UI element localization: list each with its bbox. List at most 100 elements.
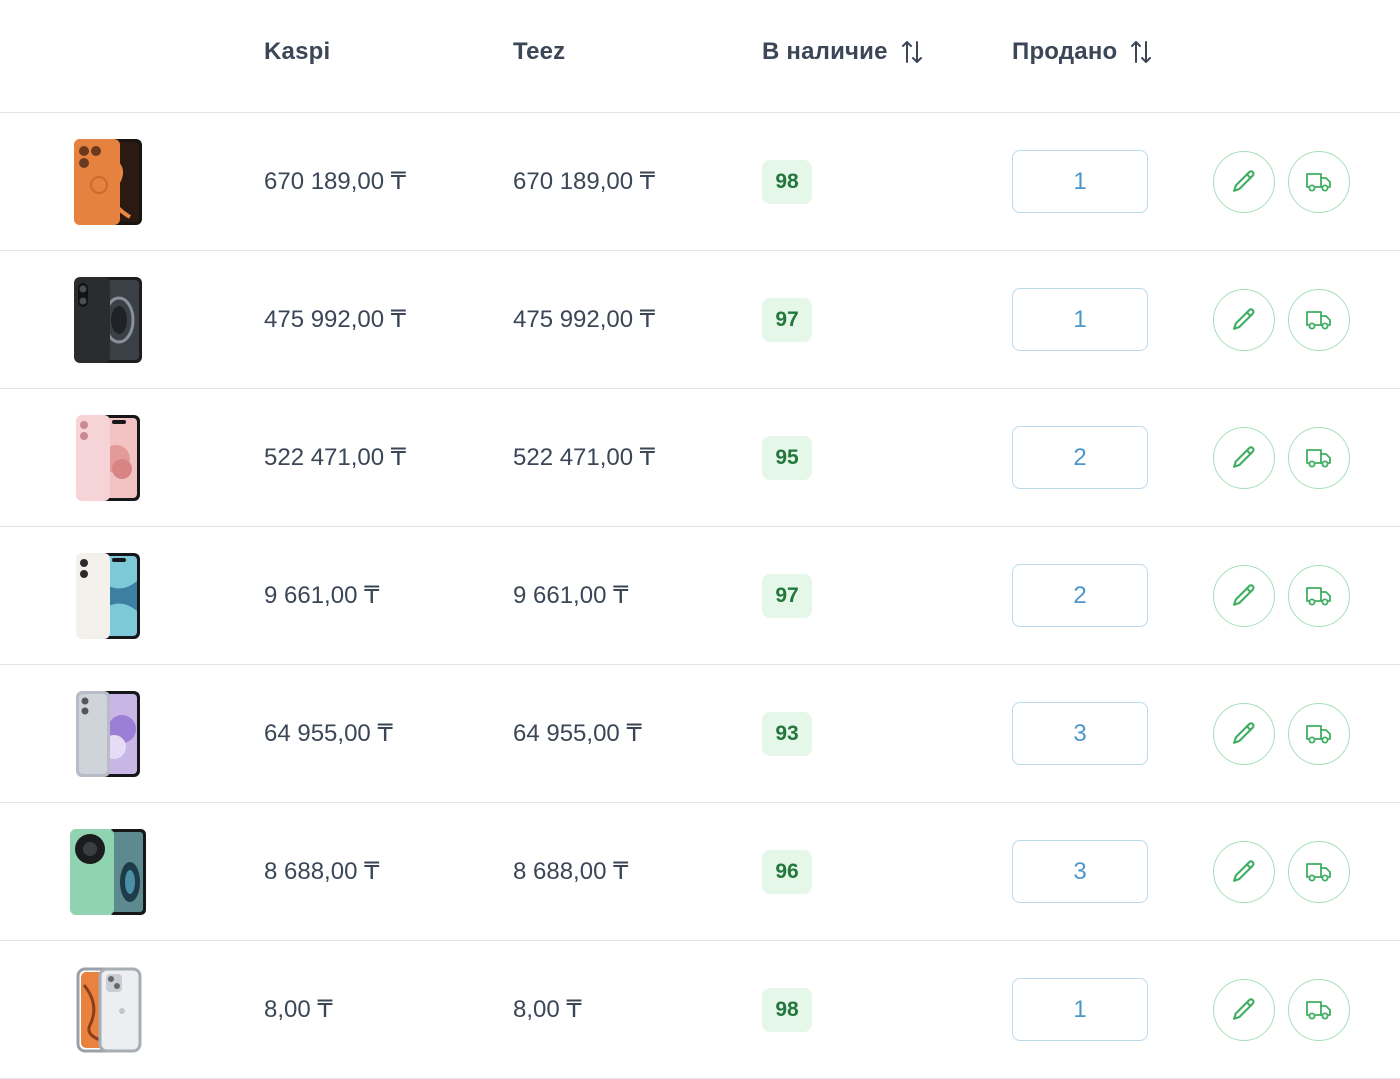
phone-orange-pro-image bbox=[74, 138, 142, 225]
phone-clear-case-image bbox=[76, 967, 142, 1052]
sort-icon[interactable] bbox=[900, 39, 924, 65]
stock-cell: 96 bbox=[762, 803, 812, 940]
phone-pink-image bbox=[76, 414, 140, 501]
sold-quantity-input[interactable]: 2 bbox=[1012, 564, 1148, 627]
kaspi-price: 522 471,00 ₸ bbox=[264, 444, 407, 471]
pencil-icon bbox=[1233, 169, 1255, 192]
pencil-icon bbox=[1233, 583, 1255, 606]
edit-button[interactable] bbox=[1213, 288, 1275, 351]
delivery-button[interactable] bbox=[1288, 288, 1350, 351]
edit-button[interactable] bbox=[1213, 150, 1275, 213]
delivery-button[interactable] bbox=[1288, 426, 1350, 489]
truck-icon bbox=[1306, 586, 1331, 605]
stock-badge: 98 bbox=[762, 159, 812, 204]
truck-icon bbox=[1306, 1000, 1331, 1019]
sold-cell: 1 bbox=[1012, 941, 1148, 1078]
teez-price: 64 955,00 ₸ bbox=[513, 720, 642, 747]
product-image bbox=[64, 941, 152, 1078]
column-header-teez: Teez bbox=[513, 0, 565, 104]
stock-badge: 97 bbox=[762, 297, 812, 342]
sold-quantity-input[interactable]: 1 bbox=[1012, 288, 1148, 351]
sold-cell: 2 bbox=[1012, 389, 1148, 526]
edit-button[interactable] bbox=[1213, 564, 1275, 627]
stock-badge: 97 bbox=[762, 573, 812, 618]
edit-button[interactable] bbox=[1213, 840, 1275, 903]
row-actions bbox=[1213, 941, 1350, 1078]
kaspi-price: 8 688,00 ₸ bbox=[264, 858, 380, 885]
stock-badge: 93 bbox=[762, 711, 812, 756]
edit-button[interactable] bbox=[1213, 702, 1275, 765]
kaspi-price: 64 955,00 ₸ bbox=[264, 720, 393, 747]
sold-quantity-input[interactable]: 1 bbox=[1012, 978, 1148, 1041]
table-row: 64 955,00 ₸ 64 955,00 ₸ 93 3 bbox=[0, 665, 1400, 803]
edit-button[interactable] bbox=[1213, 426, 1275, 489]
kaspi-price: 475 992,00 ₸ bbox=[264, 306, 407, 333]
sold-cell: 2 bbox=[1012, 527, 1148, 664]
teez-price: 8 688,00 ₸ bbox=[513, 858, 629, 885]
delivery-button[interactable] bbox=[1288, 564, 1350, 627]
product-image bbox=[64, 389, 152, 526]
stock-cell: 97 bbox=[762, 527, 812, 664]
sold-cell: 1 bbox=[1012, 113, 1148, 250]
truck-icon bbox=[1306, 862, 1331, 881]
teez-price: 522 471,00 ₸ bbox=[513, 444, 656, 471]
table-row: 475 992,00 ₸ 475 992,00 ₸ 97 1 bbox=[0, 251, 1400, 389]
table-row: 522 471,00 ₸ 522 471,00 ₸ 95 2 bbox=[0, 389, 1400, 527]
teez-price: 475 992,00 ₸ bbox=[513, 306, 656, 333]
sold-quantity-input[interactable]: 2 bbox=[1012, 426, 1148, 489]
product-image bbox=[64, 113, 152, 250]
product-image bbox=[64, 251, 152, 388]
sold-quantity-input[interactable]: 3 bbox=[1012, 702, 1148, 765]
stock-cell: 95 bbox=[762, 389, 812, 526]
table-row: 8,00 ₸ 8,00 ₸ 98 1 bbox=[0, 941, 1400, 1079]
row-actions bbox=[1213, 389, 1350, 526]
row-actions bbox=[1213, 113, 1350, 250]
truck-icon bbox=[1306, 724, 1331, 743]
column-header-stock[interactable]: В наличие bbox=[762, 0, 924, 104]
stock-badge: 96 bbox=[762, 849, 812, 894]
pencil-icon bbox=[1233, 307, 1255, 330]
delivery-button[interactable] bbox=[1288, 978, 1350, 1041]
sold-quantity-input[interactable]: 3 bbox=[1012, 840, 1148, 903]
teez-price: 670 189,00 ₸ bbox=[513, 168, 656, 195]
stock-badge: 95 bbox=[762, 435, 812, 480]
truck-icon bbox=[1306, 448, 1331, 467]
column-header-sold[interactable]: Продано bbox=[1012, 0, 1153, 104]
kaspi-price: 8,00 ₸ bbox=[264, 996, 333, 1023]
table-row: 9 661,00 ₸ 9 661,00 ₸ 97 2 bbox=[0, 527, 1400, 665]
table-row: 8 688,00 ₸ 8 688,00 ₸ 96 3 bbox=[0, 803, 1400, 941]
stock-cell: 98 bbox=[762, 113, 812, 250]
row-actions bbox=[1213, 665, 1350, 802]
pencil-icon bbox=[1233, 859, 1255, 882]
pencil-icon bbox=[1233, 721, 1255, 744]
row-actions bbox=[1213, 527, 1350, 664]
table-header: Kaspi Teez В наличие Продано bbox=[0, 0, 1400, 113]
column-header-sold-label: Продано bbox=[1012, 38, 1118, 65]
sold-quantity-input[interactable]: 1 bbox=[1012, 150, 1148, 213]
stock-cell: 97 bbox=[762, 251, 812, 388]
kaspi-price: 670 189,00 ₸ bbox=[264, 168, 407, 195]
sort-icon[interactable] bbox=[1129, 39, 1153, 65]
delivery-button[interactable] bbox=[1288, 702, 1350, 765]
sold-cell: 3 bbox=[1012, 665, 1148, 802]
product-image bbox=[64, 527, 152, 664]
teez-price: 9 661,00 ₸ bbox=[513, 582, 629, 609]
stock-badge: 98 bbox=[762, 987, 812, 1032]
column-header-kaspi: Kaspi bbox=[264, 0, 330, 104]
teez-price: 8,00 ₸ bbox=[513, 996, 582, 1023]
products-table: Kaspi Teez В наличие Продано 670 189,00 … bbox=[0, 0, 1400, 1079]
phone-silver-purple-image bbox=[76, 690, 140, 777]
phone-starlight-image bbox=[76, 552, 140, 639]
delivery-button[interactable] bbox=[1288, 840, 1350, 903]
truck-icon bbox=[1306, 172, 1331, 191]
stock-cell: 98 bbox=[762, 941, 812, 1078]
truck-icon bbox=[1306, 310, 1331, 329]
product-image bbox=[64, 803, 152, 940]
table-row: 670 189,00 ₸ 670 189,00 ₸ 98 1 bbox=[0, 113, 1400, 251]
edit-button[interactable] bbox=[1213, 978, 1275, 1041]
column-header-kaspi-label: Kaspi bbox=[264, 38, 331, 65]
row-actions bbox=[1213, 251, 1350, 388]
column-header-stock-label: В наличие bbox=[762, 38, 888, 65]
product-image bbox=[64, 665, 152, 802]
delivery-button[interactable] bbox=[1288, 150, 1350, 213]
